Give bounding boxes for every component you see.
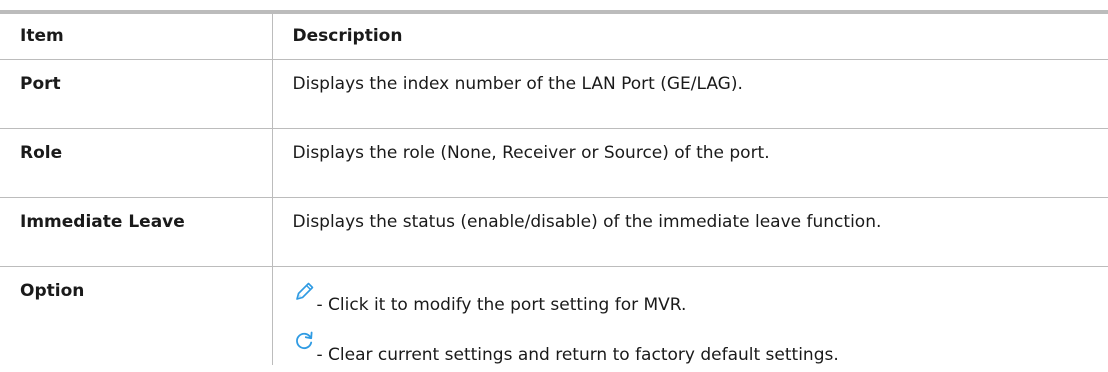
row-description-option: - Click it to modify the port setting fo… (272, 267, 1108, 366)
description-table: Item Description Port Displays the index… (0, 10, 1108, 365)
row-item-role: Role (0, 128, 273, 198)
row-item-immediate-leave: Immediate Leave (0, 197, 273, 267)
option-refresh-text: - Clear current settings and return to f… (316, 344, 839, 365)
refresh-icon[interactable] (293, 325, 315, 353)
option-refresh-line: - Clear current settings and return to f… (293, 317, 1108, 365)
table-row: Immediate Leave Displays the status (ena… (0, 197, 1108, 267)
row-description-immediate-leave: Displays the status (enable/disable) of … (272, 197, 1108, 267)
edit-pencil-icon[interactable] (293, 275, 315, 303)
table-row: Option - Click it to modify the port set… (0, 266, 1108, 366)
option-edit-text: - Click it to modify the port setting fo… (316, 294, 687, 315)
header-description: Description (272, 10, 1108, 60)
option-edit-line: - Click it to modify the port setting fo… (293, 267, 1108, 315)
table-row: Port Displays the index number of the LA… (0, 59, 1108, 129)
table-row: Role Displays the role (None, Receiver o… (0, 128, 1108, 198)
row-item-port: Port (0, 59, 273, 129)
row-description-role: Displays the role (None, Receiver or Sou… (272, 128, 1108, 198)
row-item-option: Option (0, 266, 273, 365)
table-header-row: Item Description (0, 10, 1108, 60)
row-description-port: Displays the index number of the LAN Por… (272, 59, 1108, 129)
header-item: Item (0, 10, 273, 60)
